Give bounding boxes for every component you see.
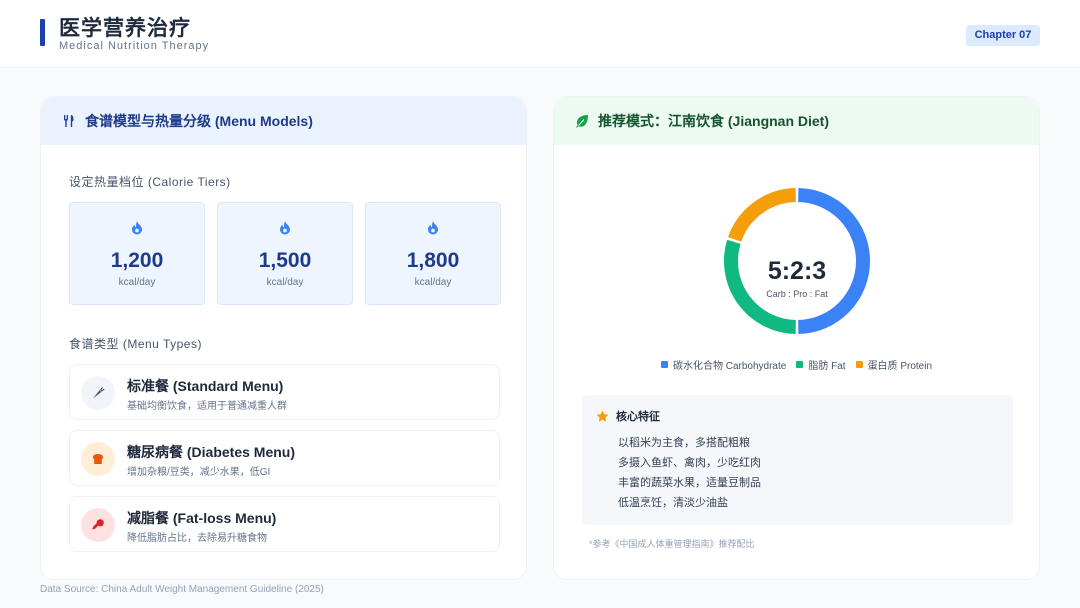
leaf-icon [574, 113, 590, 129]
legend-item: 脂肪 Fat [796, 357, 846, 372]
calorie-tier-card[interactable]: 1,200 kcal/day [69, 202, 205, 305]
tier-unit: kcal/day [414, 277, 452, 288]
legend-item: 蛋白质 Protein [855, 357, 933, 372]
flame-icon [427, 221, 439, 240]
menu-item-fat-loss[interactable]: 减脂餐 (Fat-loss Menu) 降低脂肪占比，去除易升糖食物 [69, 496, 500, 552]
menu-item-standard[interactable]: 标准餐 (Standard Menu) 基础均衡饮食，适用于普通减重人群 [69, 364, 500, 420]
menu-item-title: 减脂餐 (Fat-loss Menu) [127, 510, 277, 526]
feature-item: 以稻米为主食，多搭配粗粮 [618, 437, 750, 449]
legend-label: 脂肪 Fat [808, 361, 846, 372]
drumstick-icon [81, 508, 115, 542]
jiangnan-diet-panel: 推荐模式：江南饮食 (Jiangnan Diet) 5:2:3 Carb : P… [553, 96, 1040, 580]
menu-item-desc: 增加杂粮/豆类，减少水果，低GI [127, 467, 271, 478]
legend-label: 蛋白质 Protein [867, 361, 933, 372]
calorie-tiers-label: 设定热量档位 (Calorie Tiers) [69, 175, 231, 189]
legend-swatch [855, 361, 863, 368]
tier-unit: kcal/day [266, 277, 304, 288]
carrot-icon [81, 376, 115, 410]
core-features-box: 核心特征 以稻米为主食，多搭配粗粮 多摄入鱼虾、禽肉，少吃红肉 丰富的蔬菜水果，… [582, 395, 1013, 525]
feature-item: 多摄入鱼虾、禽肉，少吃红肉 [618, 457, 761, 469]
tier-value: 1,200 [110, 249, 164, 272]
donut-segment [728, 188, 797, 242]
calorie-tier-card[interactable]: 1,500 kcal/day [217, 202, 353, 305]
tier-value: 1,800 [406, 249, 460, 272]
menu-models-header: 食谱模型与热量分级 (Menu Models) [41, 97, 526, 145]
menu-item-desc: 降低脂肪占比，去除易升糖食物 [127, 533, 267, 544]
menu-item-title: 标准餐 (Standard Menu) [127, 378, 284, 394]
feature-item: 低温烹饪，清淡少油盐 [618, 497, 728, 509]
tier-unit: kcal/day [118, 277, 156, 288]
bread-icon [81, 442, 115, 476]
menu-item-desc: 基础均衡饮食，适用于普通减重人群 [127, 401, 287, 412]
calorie-tier-card[interactable]: 1,800 kcal/day [365, 202, 501, 305]
menu-item-title: 糖尿病餐 (Diabetes Menu) [127, 444, 296, 460]
reference-note: *参考《中国成人体重管理指南》推荐配比 [589, 539, 755, 549]
jiangnan-diet-title: 推荐模式：江南饮食 (Jiangnan Diet) [598, 113, 830, 129]
feature-item: 丰富的蔬菜水果，适量豆制品 [618, 477, 761, 489]
tier-value: 1,500 [258, 249, 312, 272]
macro-ratio: 5:2:3 [767, 257, 827, 285]
core-features-heading: 核心特征 [596, 408, 660, 424]
page-header: 医学营养治疗 Medical Nutrition Therapy Chapter… [0, 0, 1080, 68]
data-source: Data Source: China Adult Weight Manageme… [40, 584, 324, 595]
menu-models-title: 食谱模型与热量分级 (Menu Models) [85, 113, 313, 129]
utensils-icon [61, 113, 77, 129]
jiangnan-diet-header: 推荐模式：江南饮食 (Jiangnan Diet) [554, 97, 1039, 145]
flame-icon [279, 221, 291, 240]
legend-item: 碳水化合物 Carbohydrate [660, 357, 787, 372]
chapter-badge: Chapter 07 [966, 25, 1040, 46]
macro-ratio-caption: Carb : Pro : Fat [766, 289, 828, 299]
menu-item-diabetes[interactable]: 糖尿病餐 (Diabetes Menu) 增加杂粮/豆类，减少水果，低GI [69, 430, 500, 486]
core-features-title: 核心特征 [616, 411, 660, 423]
page-title: 医学营养治疗 [59, 15, 191, 40]
core-features-list: 以稻米为主食，多搭配粗粮 多摄入鱼虾、禽肉，少吃红肉 丰富的蔬菜水果，适量豆制品… [618, 433, 761, 513]
title-accent-bar [40, 19, 45, 46]
legend-swatch [660, 361, 668, 368]
flame-icon [131, 221, 143, 240]
chart-legend: 碳水化合物 Carbohydrate 脂肪 Fat 蛋白质 Protein [554, 357, 1039, 372]
page-subtitle: Medical Nutrition Therapy [59, 40, 210, 52]
star-icon [596, 410, 609, 422]
menu-models-panel: 食谱模型与热量分级 (Menu Models) 设定热量档位 (Calorie … [40, 96, 527, 580]
legend-swatch [796, 361, 804, 368]
menu-types-label: 食谱类型 (Menu Types) [69, 337, 202, 351]
legend-label: 碳水化合物 Carbohydrate [672, 361, 787, 372]
